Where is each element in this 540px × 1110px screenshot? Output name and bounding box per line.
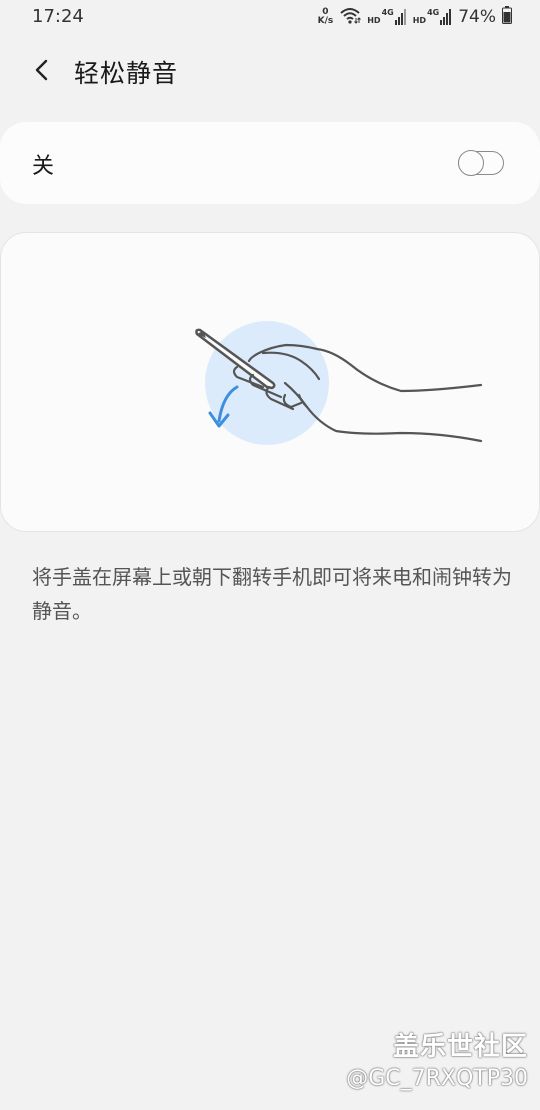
status-bar: 17:24 0 K/s HD 4G HD 4G 74% bbox=[0, 0, 540, 34]
sim1-signal: HD 4G bbox=[367, 8, 406, 25]
sim1-hd-label: HD bbox=[367, 16, 381, 25]
switch-knob bbox=[458, 150, 484, 176]
network-speed: 0 K/s bbox=[318, 8, 334, 26]
back-button[interactable] bbox=[26, 52, 58, 88]
signal-bars-icon bbox=[394, 9, 406, 25]
sim2-hd-label: HD bbox=[412, 16, 427, 25]
back-arrow-icon bbox=[35, 59, 48, 81]
sim2-network-label: 4G bbox=[427, 8, 440, 17]
toggle-state-label: 关 bbox=[32, 154, 55, 179]
battery-percent: 74% bbox=[458, 7, 496, 27]
community-watermark: 盖乐世社区 @GC_7RXQTP30 bbox=[346, 1030, 528, 1094]
battery-icon bbox=[502, 6, 512, 28]
easy-mute-switch[interactable] bbox=[458, 150, 504, 176]
wifi-icon bbox=[339, 6, 362, 28]
sim1-network-label: 4G bbox=[381, 8, 394, 17]
sim2-signal: HD 4G bbox=[412, 8, 452, 25]
status-icons: 0 K/s HD 4G HD 4G 74% bbox=[318, 5, 512, 29]
watermark-user: @GC_7RXQTP30 bbox=[346, 1066, 528, 1091]
app-header: 轻松静音 bbox=[0, 48, 540, 92]
watermark-brand: 盖乐世社区 bbox=[392, 1032, 528, 1062]
illustration-card bbox=[0, 232, 540, 532]
feature-description: 将手盖在屏幕上或朝下翻转手机即可将来电和闹钟转为静音。 bbox=[32, 565, 512, 623]
page-title: 轻松静音 bbox=[74, 59, 179, 88]
easy-mute-toggle-row[interactable]: 关 bbox=[0, 122, 540, 204]
signal-bars-icon bbox=[440, 9, 452, 25]
status-time: 17:24 bbox=[32, 6, 84, 27]
hand-cover-phone-illustration bbox=[195, 321, 483, 445]
network-speed-unit: K/s bbox=[317, 16, 334, 26]
